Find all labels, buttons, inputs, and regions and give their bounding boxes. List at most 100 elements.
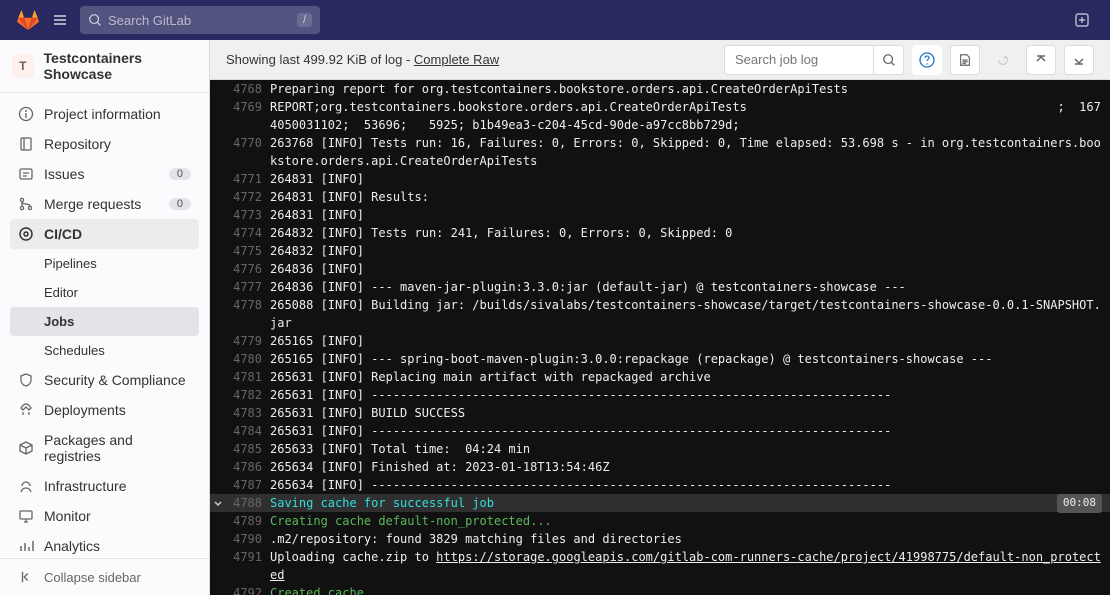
log-text: 265631 [INFO] --------------------------… xyxy=(270,386,1102,404)
log-line: 4773264831 [INFO] xyxy=(210,206,1110,224)
section-chevron-icon xyxy=(210,80,226,98)
log-lineno[interactable]: 4774 xyxy=(226,224,270,242)
section-chevron-icon xyxy=(210,332,226,350)
sidebar-item-label: Security & Compliance xyxy=(44,372,186,388)
log-lineno[interactable]: 4768 xyxy=(226,80,270,98)
job-log-search-button[interactable] xyxy=(874,45,904,75)
log-line: 4789Creating cache default-non_protected… xyxy=(210,512,1110,530)
sidebar-item-analytics[interactable]: Analytics xyxy=(10,531,199,558)
log-lineno[interactable]: 4778 xyxy=(226,296,270,332)
scroll-bottom-button[interactable] xyxy=(1064,45,1094,75)
log-line: 4774264832 [INFO] Tests run: 241, Failur… xyxy=(210,224,1110,242)
sidebar-item-label: Repository xyxy=(44,136,111,152)
global-search[interactable]: / xyxy=(80,6,320,34)
sidebar-item-merge-requests[interactable]: Merge requests 0 xyxy=(10,189,199,219)
log-lineno[interactable]: 4789 xyxy=(226,512,270,530)
sidebar-item-monitor[interactable]: Monitor xyxy=(10,501,199,531)
log-lineno[interactable]: 4773 xyxy=(226,206,270,224)
sidebar-item-infrastructure[interactable]: Infrastructure xyxy=(10,471,199,501)
package-icon xyxy=(18,440,34,456)
complete-raw-link[interactable]: Complete Raw xyxy=(414,52,499,67)
log-text: 264831 [INFO] xyxy=(270,170,1102,188)
section-chevron-icon xyxy=(210,548,226,584)
section-chevron-icon xyxy=(210,422,226,440)
log-text: 265165 [INFO] --- spring-boot-maven-plug… xyxy=(270,350,1102,368)
sidebar-sub-pipelines[interactable]: Pipelines xyxy=(10,249,199,278)
log-text: Preparing report for org.testcontainers.… xyxy=(270,80,1102,98)
hamburger-icon[interactable] xyxy=(48,8,72,32)
log-text: 263768 [INFO] Tests run: 16, Failures: 0… xyxy=(270,134,1102,170)
sidebar-item-security-compliance[interactable]: Security & Compliance xyxy=(10,365,199,395)
section-chevron-icon xyxy=(210,134,226,170)
log-lineno[interactable]: 4780 xyxy=(226,350,270,368)
log-lineno[interactable]: 4788 xyxy=(226,494,270,512)
log-lineno[interactable]: 4775 xyxy=(226,242,270,260)
sidebar-item-deployments[interactable]: Deployments xyxy=(10,395,199,425)
sidebar-item-project-information[interactable]: Project information xyxy=(10,99,199,129)
job-log-search-input[interactable] xyxy=(724,45,874,75)
sidebar-item-repository[interactable]: Repository xyxy=(10,129,199,159)
log-lineno[interactable]: 4770 xyxy=(226,134,270,170)
sidebar-item-ci-cd[interactable]: CI/CD xyxy=(10,219,199,249)
section-chevron-icon[interactable] xyxy=(210,494,226,512)
log-lineno[interactable]: 4782 xyxy=(226,386,270,404)
log-lineno[interactable]: 4786 xyxy=(226,458,270,476)
log-lineno[interactable]: 4772 xyxy=(226,188,270,206)
log-line: 4771264831 [INFO] xyxy=(210,170,1110,188)
issues-icon xyxy=(18,166,34,182)
log-lineno[interactable]: 4779 xyxy=(226,332,270,350)
monitor-icon xyxy=(18,508,34,524)
log-lineno[interactable]: 4776 xyxy=(226,260,270,278)
scroll-top-button[interactable] xyxy=(1026,45,1056,75)
collapse-sidebar[interactable]: Collapse sidebar xyxy=(0,558,209,595)
log-viewer[interactable]: 4768Preparing report for org.testcontain… xyxy=(210,80,1110,595)
log-lineno[interactable]: 4777 xyxy=(226,278,270,296)
section-chevron-icon xyxy=(210,98,226,134)
project-name: Testcontainers Showcase xyxy=(44,50,197,82)
log-line: 4785265633 [INFO] Total time: 04:24 min xyxy=(210,440,1110,458)
log-lineno[interactable]: 4792 xyxy=(226,584,270,595)
log-lineno[interactable]: 4781 xyxy=(226,368,270,386)
section-chevron-icon xyxy=(210,440,226,458)
sidebar-badge: 0 xyxy=(169,198,191,210)
project-avatar: T xyxy=(12,54,34,78)
sidebar-item-label: Deployments xyxy=(44,402,126,418)
section-duration: 00:08 xyxy=(1057,494,1102,513)
analytics-icon xyxy=(18,538,34,554)
header-plus-icon[interactable] xyxy=(1070,8,1094,32)
sidebar-item-label: Merge requests xyxy=(44,196,141,212)
infra-icon xyxy=(18,478,34,494)
retry-button xyxy=(988,45,1018,75)
log-line[interactable]: 4788Saving cache for successful job00:08 xyxy=(210,494,1110,512)
log-lineno[interactable]: 4785 xyxy=(226,440,270,458)
raw-log-button[interactable] xyxy=(950,45,980,75)
sidebar-item-label: CI/CD xyxy=(44,226,82,242)
log-lineno[interactable]: 4790 xyxy=(226,530,270,548)
search-icon xyxy=(88,13,102,27)
log-lineno[interactable]: 4787 xyxy=(226,476,270,494)
sidebar-item-issues[interactable]: Issues0 xyxy=(10,159,199,189)
log-lineno[interactable]: 4791 xyxy=(226,548,270,584)
sidebar: T Testcontainers Showcase Project inform… xyxy=(0,40,210,595)
log-text: Created cache xyxy=(270,584,1102,595)
log-lineno[interactable]: 4784 xyxy=(226,422,270,440)
sidebar-project-header[interactable]: T Testcontainers Showcase xyxy=(0,40,209,93)
gitlab-logo-icon[interactable] xyxy=(16,8,40,32)
section-chevron-icon xyxy=(210,512,226,530)
global-search-input[interactable] xyxy=(108,13,291,28)
log-line: 4781265631 [INFO] Replacing main artifac… xyxy=(210,368,1110,386)
section-chevron-icon xyxy=(210,188,226,206)
log-line: 4775264832 [INFO] xyxy=(210,242,1110,260)
info-icon xyxy=(18,106,34,122)
sidebar-sub-editor[interactable]: Editor xyxy=(10,278,199,307)
sidebar-sub-schedules[interactable]: Schedules xyxy=(10,336,199,365)
help-button[interactable] xyxy=(912,45,942,75)
sidebar-sub-jobs[interactable]: Jobs xyxy=(10,307,199,336)
sidebar-item-label: Project information xyxy=(44,106,161,122)
log-line: 4791Uploading cache.zip to https://stora… xyxy=(210,548,1110,584)
log-lineno[interactable]: 4771 xyxy=(226,170,270,188)
log-lineno[interactable]: 4769 xyxy=(226,98,270,134)
sidebar-item-packages-and-registries[interactable]: Packages and registries xyxy=(10,425,199,471)
log-toolbar: Showing last 499.92 KiB of log - Complet… xyxy=(210,40,1110,80)
log-lineno[interactable]: 4783 xyxy=(226,404,270,422)
